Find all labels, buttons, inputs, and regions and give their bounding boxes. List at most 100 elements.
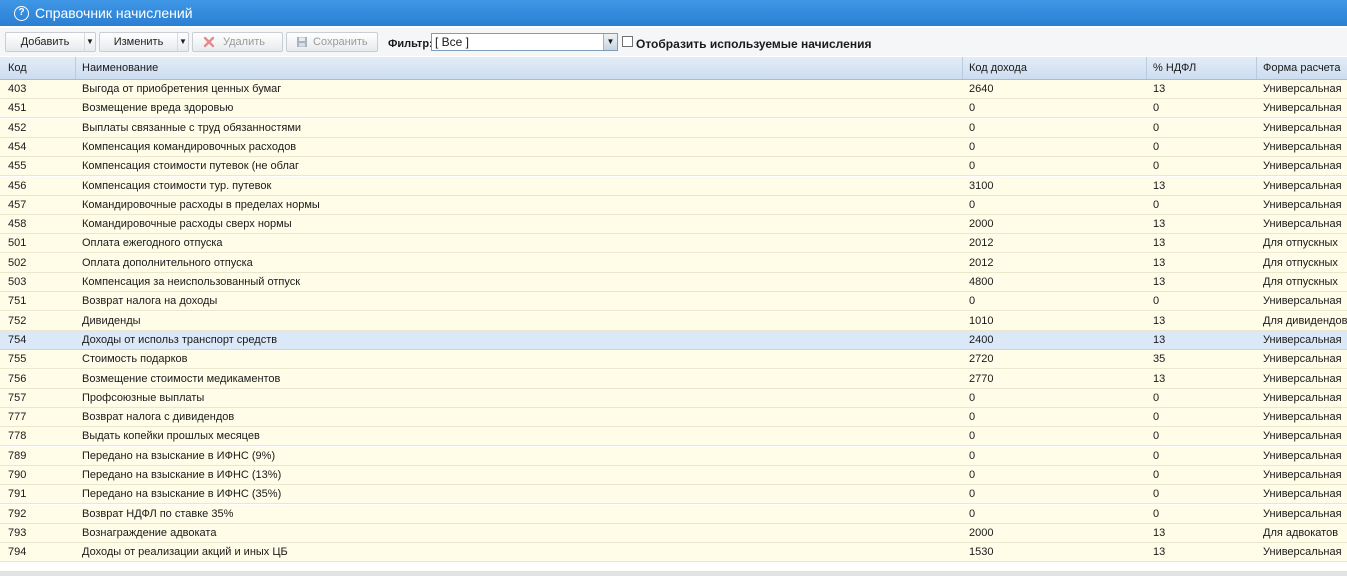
cell-income-code: 0: [969, 411, 976, 424]
table-row[interactable]: 452 Выплаты связанные с труд обязанностям…: [0, 118, 1347, 138]
cell-name: Возмещение стоимости медикаментов: [82, 372, 281, 385]
cell-income-code: 2640: [969, 83, 994, 95]
cell-name: Оплата ежегодного отпуска: [82, 237, 223, 250]
cell-income-code: 0: [969, 102, 976, 115]
cell-income-code: 0: [969, 507, 976, 520]
cell-code: 457: [8, 198, 27, 211]
cell-ndfl-percent: 0: [1153, 449, 1160, 462]
cell-calc-form: Универсальная: [1263, 507, 1342, 520]
add-dropdown-arrow-icon[interactable]: ▼: [84, 33, 95, 51]
cell-calc-form: Универсальная: [1263, 372, 1342, 385]
cell-code: 751: [8, 295, 27, 308]
table-row[interactable]: 792 Возврат НДФЛ по ставке 35% 0 0 Универсал…: [0, 504, 1347, 524]
delete-icon: [203, 36, 215, 48]
table-row[interactable]: 794 Доходы от реализации акций и иных ЦБ 1…: [0, 543, 1347, 563]
cell-calc-form: Универсальная: [1263, 102, 1342, 115]
cell-code: 791: [8, 488, 27, 501]
cell-calc-form: Универсальная: [1263, 83, 1342, 95]
cell-ndfl-percent: 13: [1153, 83, 1166, 95]
title-bar: ? Справочник начислений: [0, 0, 1347, 26]
cell-name: Вознаграждение адвоката: [82, 526, 217, 539]
table-row[interactable]: 777 Возврат налога с дивидендов 0 0 Универса…: [0, 408, 1347, 428]
column-header-income-code[interactable]: Код дохода: [963, 57, 1147, 79]
column-header-calc-form[interactable]: Форма расчета: [1257, 57, 1347, 79]
add-button-label: Добавить: [20, 36, 70, 48]
cell-income-code: 2012: [969, 237, 994, 250]
column-header-code[interactable]: Код: [0, 57, 76, 79]
cell-calc-form: Универсальная: [1263, 449, 1342, 462]
cell-income-code: 0: [969, 295, 976, 308]
table-row[interactable]: 455 Компенсация стоимости путевок (не обл…: [0, 157, 1347, 177]
table-row[interactable]: 502 Оплата дополнительного отпуска 2012 13 Д…: [0, 253, 1347, 273]
column-header-name[interactable]: Наименование: [76, 57, 963, 79]
cell-code: 789: [8, 449, 27, 462]
cell-income-code: 2000: [969, 218, 994, 231]
table-row[interactable]: 454 Компенсация командировочных расходов 0…: [0, 137, 1347, 157]
cell-ndfl-percent: 0: [1153, 469, 1160, 481]
cell-income-code: 3100: [969, 179, 994, 192]
table-row[interactable]: 791 Передано на взыскание в ИФНС (35%) 0 0 У…: [0, 485, 1347, 505]
cell-code: 778: [8, 430, 27, 443]
cell-income-code: 1530: [969, 546, 994, 559]
cell-name: Компенсация стоимости тур. путевок: [82, 179, 272, 192]
edit-button[interactable]: Изменить ▼: [99, 32, 189, 52]
help-icon[interactable]: ?: [14, 5, 29, 21]
show-used-label[interactable]: Отобразить используемые начисления: [636, 37, 871, 51]
column-header-ndfl-percent[interactable]: % НДФЛ: [1147, 57, 1257, 79]
table-row[interactable]: 756 Возмещение стоимости медикаментов 2770…: [0, 369, 1347, 389]
cell-ndfl-percent: 13: [1153, 237, 1166, 250]
show-used-checkbox[interactable]: [622, 36, 633, 47]
chevron-down-icon[interactable]: ▼: [603, 34, 617, 50]
cell-ndfl-percent: 0: [1153, 391, 1160, 404]
cell-ndfl-percent: 0: [1153, 295, 1160, 308]
cell-income-code: 0: [969, 488, 976, 501]
cell-calc-form: Универсальная: [1263, 198, 1342, 211]
cell-code: 458: [8, 218, 27, 231]
table-row[interactable]: 451 Возмещение вреда здоровью 0 0 Универсаль…: [0, 99, 1347, 119]
cell-code: 755: [8, 353, 27, 366]
cell-name: Командировочные расходы сверх нормы: [82, 218, 292, 231]
table-row[interactable]: 789 Передано на взыскание в ИФНС (9%) 0 0 Ун…: [0, 446, 1347, 466]
table-row[interactable]: 793 Вознаграждение адвоката 2000 13 Для адво…: [0, 523, 1347, 543]
table-row[interactable]: 456 Компенсация стоимости тур. путевок 310…: [0, 176, 1347, 196]
cell-income-code: 0: [969, 140, 976, 153]
cell-calc-form: Универсальная: [1263, 411, 1342, 424]
table-row[interactable]: 790 Передано на взыскание в ИФНС (13%) 0 0 У…: [0, 466, 1347, 485]
table-row[interactable]: 752 Дивиденды 1010 13 Для дивидендов: [0, 311, 1347, 331]
cell-income-code: 0: [969, 449, 976, 462]
cell-income-code: 2770: [969, 372, 994, 385]
table-row[interactable]: 778 Выдать копейки прошлых месяцев 0 0 Униве…: [0, 427, 1347, 447]
add-button[interactable]: Добавить ▼: [5, 32, 96, 52]
edit-dropdown-arrow-icon[interactable]: ▼: [177, 33, 188, 51]
table-row[interactable]: 751 Возврат налога на доходы 0 0 Универсальн…: [0, 292, 1347, 312]
table-row[interactable]: 755 Стоимость подарков 2720 35 Универсальная: [0, 350, 1347, 370]
cell-code: 794: [8, 546, 27, 559]
table-row[interactable]: 457 Командировочные расходы в пределах но…: [0, 195, 1347, 215]
cell-calc-form: Универсальная: [1263, 469, 1342, 481]
cell-ndfl-percent: 0: [1153, 430, 1160, 443]
cell-ndfl-percent: 0: [1153, 488, 1160, 501]
table-row[interactable]: 403 Выгода от приобретения ценных бумаг 26…: [0, 80, 1347, 99]
cell-income-code: 4800: [969, 276, 994, 288]
horizontal-scrollbar[interactable]: [0, 571, 1347, 576]
delete-button[interactable]: Удалить: [192, 32, 283, 52]
cell-name: Выгода от приобретения ценных бумаг: [82, 83, 282, 95]
cell-name: Компенсация за неиспользованный отпуск: [82, 276, 301, 288]
cell-calc-form: Универсальная: [1263, 430, 1342, 443]
cell-ndfl-percent: 13: [1153, 218, 1166, 231]
filter-select[interactable]: [ Все ] ▼: [431, 33, 618, 51]
save-button[interactable]: Сохранить: [286, 32, 378, 52]
cell-name: Профсоюзные выплаты: [82, 391, 205, 404]
table-row[interactable]: 757 Профсоюзные выплаты 0 0 Универсальная: [0, 388, 1347, 408]
cell-ndfl-percent: 13: [1153, 179, 1166, 192]
cell-calc-form: Универсальная: [1263, 179, 1342, 192]
cell-code: 754: [8, 333, 27, 346]
table-row[interactable]: 458 Командировочные расходы сверх нормы 20…: [0, 215, 1347, 235]
table-row[interactable]: 503 Компенсация за неиспользованный отпус…: [0, 273, 1347, 292]
cell-ndfl-percent: 0: [1153, 198, 1160, 211]
cell-income-code: 0: [969, 391, 976, 404]
floppy-disk-icon: [296, 36, 308, 48]
table-row[interactable]: 754 Доходы от использ транспорт средств 24…: [0, 330, 1347, 350]
cell-name: Выдать копейки прошлых месяцев: [82, 430, 260, 443]
table-row[interactable]: 501 Оплата ежегодного отпуска 2012 13 Для от…: [0, 234, 1347, 254]
